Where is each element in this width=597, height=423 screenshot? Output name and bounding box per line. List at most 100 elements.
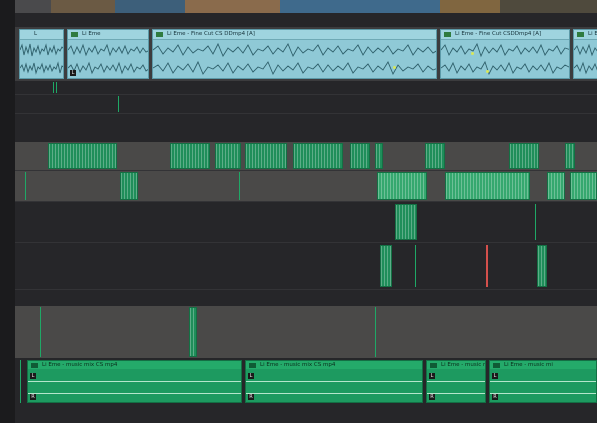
sfx-track-2[interactable] xyxy=(15,171,597,201)
sfx-track-4[interactable] xyxy=(15,243,597,289)
clip-icon xyxy=(71,32,78,37)
audio-track-empty[interactable] xyxy=(15,114,597,142)
sfx-clip[interactable] xyxy=(293,143,343,169)
volume-line[interactable] xyxy=(246,381,422,382)
sfx-clip[interactable] xyxy=(215,143,241,169)
tiny-clip[interactable] xyxy=(25,172,26,200)
clip-label: Li Eme xyxy=(588,31,597,37)
tiny-clip[interactable] xyxy=(239,172,240,200)
music-clip[interactable]: Li Eme - music mix CS mp4 L R xyxy=(245,360,423,403)
timeline-panel[interactable]: L Li Eme L Li Eme - Fine Cut CS DDmp4 [A… xyxy=(0,0,597,423)
clip-texture xyxy=(571,173,596,199)
red-marker[interactable] xyxy=(486,245,488,287)
sfx-track-3[interactable] xyxy=(15,202,597,242)
clip-icon xyxy=(444,32,451,37)
music-track[interactable]: Li Eme - music mix CS mp4 L R Li Eme - m… xyxy=(15,358,597,405)
dialogue-clip[interactable]: Li Eme - Fine Cut CS DDmp4 [A] xyxy=(152,29,437,79)
audio-track-empty[interactable] xyxy=(15,81,597,94)
volume-line[interactable] xyxy=(490,393,596,394)
clip-texture xyxy=(381,246,391,286)
clip-texture xyxy=(294,144,342,168)
music-clip[interactable]: Li Eme - music mi L R xyxy=(489,360,597,403)
clip-label: Li Eme - music mi xyxy=(504,362,553,368)
ambience-track[interactable] xyxy=(15,306,597,358)
sfx-clip[interactable] xyxy=(245,143,287,169)
video-thumbnail xyxy=(51,0,115,13)
video-thumbnail xyxy=(115,0,185,13)
sfx-clip[interactable] xyxy=(395,204,417,240)
keyframe[interactable] xyxy=(486,70,489,73)
tiny-clip[interactable] xyxy=(40,307,41,357)
volume-line[interactable] xyxy=(427,393,485,394)
clip-texture xyxy=(246,144,286,168)
clip-icon xyxy=(493,362,500,368)
clip-label: Li Eme - music mix CS mp4 xyxy=(42,362,118,368)
sfx-clip[interactable] xyxy=(350,143,370,169)
dialogue-clip[interactable]: L xyxy=(19,29,64,79)
clip-texture xyxy=(396,205,416,239)
video-track-strip[interactable] xyxy=(15,0,597,13)
sfx-track-1[interactable] xyxy=(15,142,597,170)
music-clip[interactable]: Li Eme - music mix L R xyxy=(426,360,486,403)
video-thumbnail xyxy=(440,0,500,13)
sfx-clip[interactable] xyxy=(120,172,138,200)
dialogue-clip[interactable]: Li Eme xyxy=(573,29,597,79)
video-thumbnail xyxy=(185,0,280,13)
tiny-clip[interactable] xyxy=(56,82,57,93)
clip-icon xyxy=(249,362,256,368)
keyframe[interactable] xyxy=(471,52,474,55)
waveform xyxy=(574,43,597,57)
tiny-clip[interactable] xyxy=(375,307,376,357)
tiny-clip[interactable] xyxy=(20,360,21,403)
tiny-clip[interactable] xyxy=(53,82,54,93)
clip-badge-right: R xyxy=(248,394,254,400)
dialogue-clip[interactable]: Li Eme L xyxy=(67,29,149,79)
music-clip[interactable]: Li Eme - music mix CS mp4 L R xyxy=(27,360,242,403)
sfx-clip[interactable] xyxy=(565,143,575,169)
clip-texture xyxy=(538,246,546,286)
waveform xyxy=(68,61,148,75)
dialogue-clip[interactable]: Li Eme - Fine Cut CSDDmp4 [A] xyxy=(440,29,570,79)
sfx-clip[interactable] xyxy=(48,143,117,169)
keyframe[interactable] xyxy=(393,66,396,69)
clip-icon xyxy=(577,32,584,37)
audio-track-empty[interactable] xyxy=(15,95,597,113)
dialogue-track[interactable]: L Li Eme L Li Eme - Fine Cut CS DDmp4 [A… xyxy=(15,27,597,81)
sfx-clip[interactable] xyxy=(170,143,210,169)
volume-line[interactable] xyxy=(246,393,422,394)
volume-line[interactable] xyxy=(427,381,485,382)
clip-icon xyxy=(430,362,437,368)
clip-texture xyxy=(510,144,538,168)
sfx-clip[interactable] xyxy=(425,143,445,169)
clip-label: Li Eme - music mix xyxy=(441,362,485,368)
clip-label: Li Eme - Fine Cut CS DDmp4 [A] xyxy=(167,31,255,37)
sfx-clip[interactable] xyxy=(509,143,539,169)
tiny-clip[interactable] xyxy=(535,204,536,240)
sfx-clip[interactable] xyxy=(380,245,392,287)
clip-badge-right: R xyxy=(429,394,435,400)
sfx-clip[interactable] xyxy=(570,172,597,200)
tiny-clip[interactable] xyxy=(415,245,416,287)
video-thumbnail xyxy=(280,0,440,13)
volume-line[interactable] xyxy=(28,393,241,394)
sfx-clip[interactable] xyxy=(375,143,383,169)
clip-texture xyxy=(351,144,369,168)
sfx-clip[interactable] xyxy=(445,172,530,200)
sfx-clip[interactable] xyxy=(537,245,547,287)
audio-track-empty[interactable] xyxy=(15,405,597,423)
volume-line[interactable] xyxy=(28,381,241,382)
waveform xyxy=(574,61,597,75)
sfx-clip[interactable] xyxy=(189,307,197,357)
track-header-rail[interactable] xyxy=(0,0,16,423)
audio-track-empty[interactable] xyxy=(15,290,597,306)
sfx-clip[interactable] xyxy=(377,172,427,200)
clip-header: Li Eme - music mix xyxy=(427,361,485,369)
clip-badge-left: L xyxy=(248,373,254,379)
clip-badge-right: R xyxy=(30,394,36,400)
volume-line[interactable] xyxy=(490,381,596,382)
sfx-clip[interactable] xyxy=(547,172,565,200)
clip-label: Li Eme xyxy=(82,31,101,37)
tiny-clip[interactable] xyxy=(118,96,119,112)
clip-header: Li Eme - music mi xyxy=(490,361,596,369)
clip-texture xyxy=(190,308,196,356)
